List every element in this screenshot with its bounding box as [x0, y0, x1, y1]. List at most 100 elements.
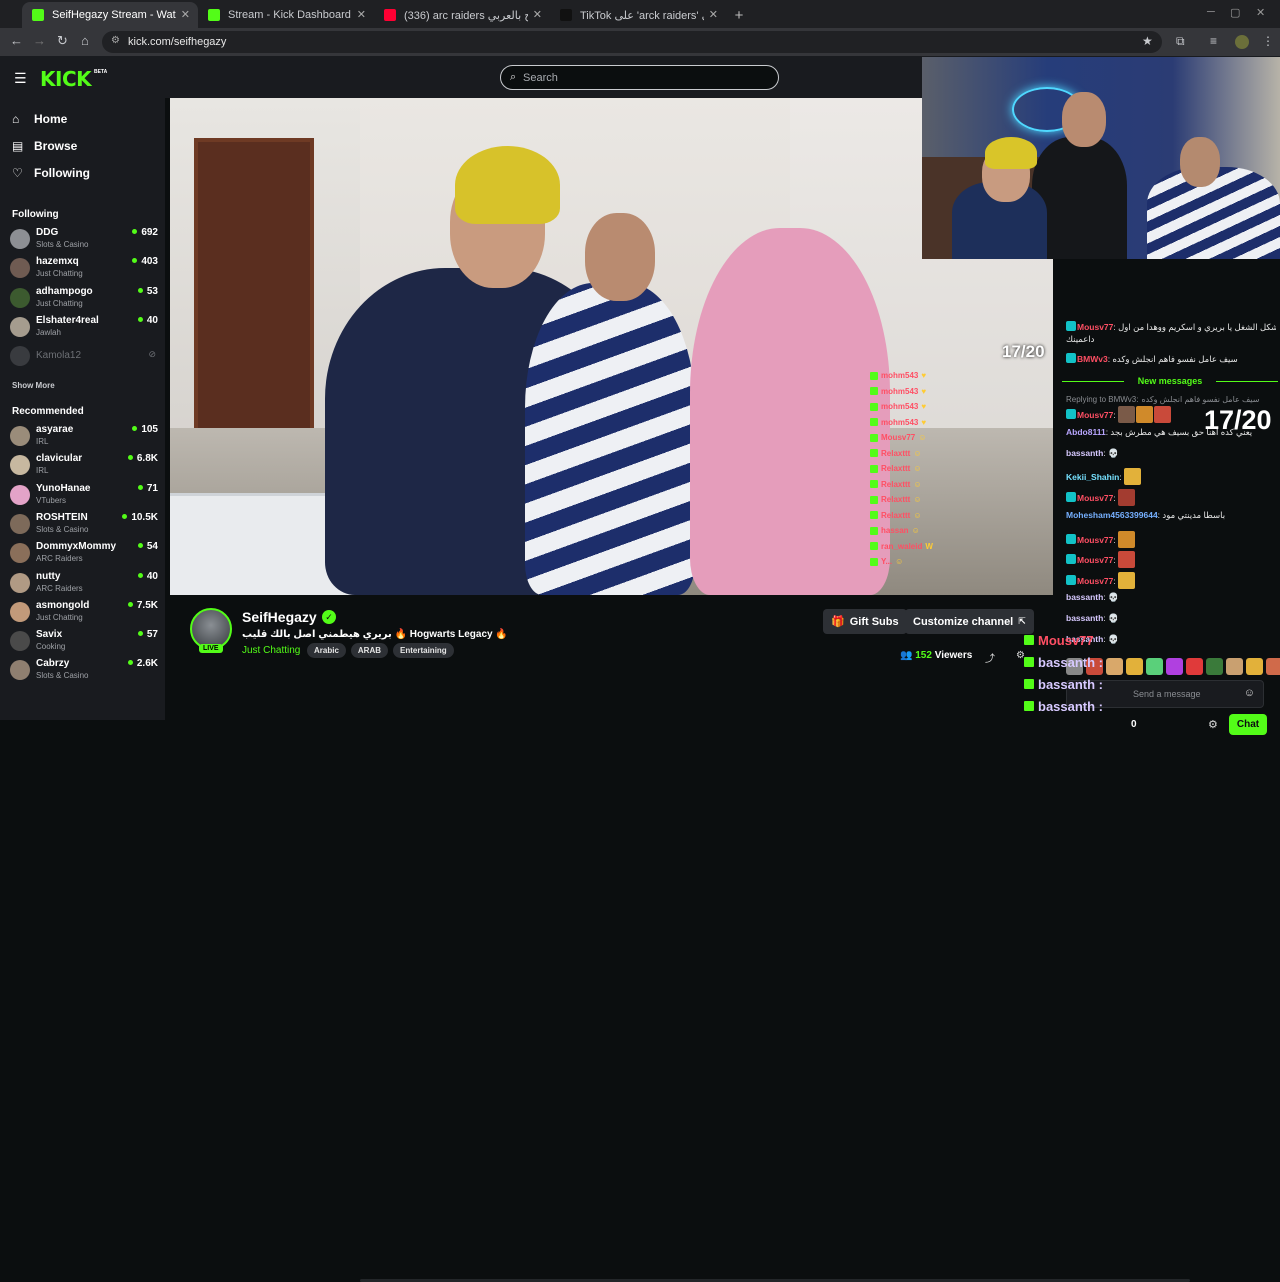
emote-bar-icon[interactable]	[1166, 658, 1183, 675]
chat-username[interactable]: Mohesham4563399644	[1066, 510, 1158, 520]
sidebar-channel[interactable]: clavicular IRL 6.8K	[10, 452, 160, 480]
stream-tag[interactable]: Entertaining	[393, 643, 454, 658]
home-icon: ⌂	[12, 112, 20, 126]
extensions-icon[interactable]: ⧉	[1176, 34, 1185, 49]
menu-dots-icon[interactable]: ⋮	[1262, 34, 1274, 48]
sidebar-channel[interactable]: nutty ARC Raiders 40	[10, 570, 160, 598]
back-icon[interactable]: ←	[10, 33, 23, 48]
browser-tab[interactable]: Stream - Kick Dashboard ✕	[198, 2, 374, 28]
minimize-icon[interactable]: ─	[1207, 6, 1215, 18]
chat-message[interactable]: Mousv77:	[1066, 489, 1276, 506]
stream-category[interactable]: Just Chatting	[242, 645, 300, 656]
chat-username[interactable]: bassanth	[1066, 592, 1103, 602]
new-tab-button[interactable]: +	[726, 2, 752, 28]
customize-channel-button[interactable]: Customize channel ⇱	[905, 609, 1034, 634]
chat-username[interactable]: bassanth	[1066, 448, 1103, 458]
emote-bar-icon[interactable]	[1266, 658, 1280, 675]
sidebar-channel[interactable]: YunoHanae VTubers 71	[10, 482, 160, 510]
close-window-icon[interactable]: ✕	[1256, 6, 1265, 19]
chat-username[interactable]: Kekii_Shahin	[1066, 472, 1119, 482]
beta-label: BETA	[94, 69, 108, 75]
sidebar-channel[interactable]: DommyxMommy ARC Raiders 54	[10, 540, 160, 568]
browser-tab[interactable]: SeifHegazy Stream - Watch ✕	[22, 2, 198, 28]
sidebar-channel[interactable]: adhampogo Just Chatting 53	[10, 285, 160, 313]
chat-username[interactable]: Mousv77	[1077, 322, 1113, 332]
video-player[interactable]: 17/20 mohm543 ♥ mohm543 ♥ mohm543 ♥ mohm543 ♥ Mo…	[170, 98, 1053, 595]
media-icon[interactable]: ≡	[1210, 34, 1217, 48]
sidebar-channel[interactable]: ROSHTEIN Slots & Casino 10.5K	[10, 511, 160, 539]
sidebar-channel[interactable]: asmongold Just Chatting 7.5K	[10, 599, 160, 627]
chat-message[interactable]: bassanth: 💀	[1066, 613, 1276, 624]
chat-message[interactable]: bassanth: 💀	[1066, 592, 1276, 603]
kick-badge-icon	[1024, 679, 1034, 689]
nav-following[interactable]: ♡ Following	[12, 166, 90, 180]
chat-username[interactable]: Abdo8111	[1066, 427, 1106, 437]
maximize-icon[interactable]: ▢	[1230, 6, 1240, 19]
chat-username[interactable]: Mousv77	[1077, 493, 1113, 503]
chat-message[interactable]: داعمينك	[1066, 334, 1276, 345]
chat-message[interactable]: bassanth: 💀	[1066, 448, 1276, 459]
video-person-striped	[525, 283, 695, 595]
emoji-picker-icon[interactable]: ☺	[1244, 687, 1255, 699]
kick-logo[interactable]: KICK	[40, 67, 92, 91]
bookmark-star-icon[interactable]: ★	[1142, 34, 1153, 48]
overlay-chat-user: Relaxttt	[881, 495, 911, 505]
emote-bar-icon[interactable]	[1126, 658, 1143, 675]
channel-viewers: 6.8K	[128, 453, 158, 464]
channel-points-value: 0	[1131, 719, 1137, 730]
chat-username[interactable]: Mousv77	[1077, 555, 1113, 565]
forward-icon[interactable]: →	[33, 33, 46, 48]
sidebar-channel[interactable]: Elshater4real Jawlah 40	[10, 314, 160, 342]
profile-avatar[interactable]	[1235, 35, 1249, 49]
new-messages-divider[interactable]: New messages	[1060, 376, 1280, 386]
sidebar-channel[interactable]: Kamola12 ⊘	[10, 343, 160, 371]
streamer-name[interactable]: SeifHegazy	[242, 609, 317, 625]
sidebar-channel[interactable]: Cabrzy Slots & Casino 2.6K	[10, 657, 160, 685]
search-input[interactable]: ⌕ Search	[500, 65, 779, 90]
browser-tab[interactable]: TikTok على 'arck raiders' اعثر على ✕	[550, 2, 726, 28]
chat-message[interactable]: Mousv77: شكل الشغل يا بريري و اسكريم ووه…	[1066, 321, 1276, 333]
nav-home[interactable]: ⌂ Home	[12, 112, 67, 126]
reload-icon[interactable]: ↻	[57, 33, 68, 49]
chat-username[interactable]: Mousv77	[1077, 576, 1113, 586]
chat-username[interactable]: Mousv77	[1077, 410, 1113, 420]
sidebar-channel[interactable]: hazemxq Just Chatting 403	[10, 255, 160, 283]
tab-close-icon[interactable]: ✕	[533, 8, 542, 21]
recommended-heading: Recommended	[12, 406, 84, 417]
emote-bar-icon[interactable]	[1186, 658, 1203, 675]
chat-username[interactable]: bassanth	[1066, 613, 1103, 623]
chat-message[interactable]: Mousv77:	[1066, 572, 1276, 589]
chat-message[interactable]: Mousv77:	[1066, 551, 1276, 568]
chat-message[interactable]: Kekii_Shahin:	[1066, 468, 1276, 485]
emote-bar-icon[interactable]	[1206, 658, 1223, 675]
chat-message[interactable]: Mohesham4563399644: باسطا مدينتي مود	[1066, 510, 1276, 521]
share-icon[interactable]: ⤴	[985, 650, 995, 665]
stream-tag[interactable]: Arabic	[307, 643, 346, 658]
home-browser-icon[interactable]: ⌂	[81, 33, 89, 48]
emote-bar-icon[interactable]	[1246, 658, 1263, 675]
show-more-link[interactable]: Show More	[12, 381, 55, 390]
hamburger-menu-icon[interactable]: ☰	[14, 70, 27, 87]
chat-username[interactable]: BMWv3	[1077, 354, 1108, 364]
tab-close-icon[interactable]: ✕	[357, 8, 366, 21]
sidebar-channel[interactable]: DDG Slots & Casino 692	[10, 226, 160, 254]
chat-message[interactable]: Mousv77:	[1066, 531, 1276, 548]
chat-message[interactable]: BMWv3: سيف عامل نفسو فاهم انجلش وكده	[1066, 353, 1276, 365]
sidebar-channel[interactable]: asyarae IRL 105	[10, 423, 160, 451]
nav-browse[interactable]: ▤ Browse	[12, 139, 77, 153]
url-field[interactable]: ⚙ kick.com/seifhegazy	[102, 31, 1162, 53]
emote-bar-icon[interactable]	[1106, 658, 1123, 675]
subscriber-badge-icon	[1066, 321, 1076, 331]
tab-close-icon[interactable]: ✕	[709, 8, 718, 21]
chat-username[interactable]: Mousv77	[1077, 535, 1113, 545]
tab-close-icon[interactable]: ✕	[181, 8, 190, 21]
chat-send-button[interactable]: Chat	[1229, 714, 1267, 735]
browser-tab[interactable]: (336) arc raiders شرح بالعربي - Y ✕	[374, 2, 550, 28]
emote-bar-icon[interactable]	[1226, 658, 1243, 675]
stream-tag[interactable]: ARAB	[350, 643, 389, 658]
emote-bar-icon[interactable]	[1146, 658, 1163, 675]
sidebar-channel[interactable]: Savix Cooking 57	[10, 628, 160, 656]
chat-message[interactable]: bassanth: 💀	[1066, 634, 1276, 645]
site-info-icon[interactable]: ⚙	[111, 35, 120, 46]
gift-subs-button[interactable]: 🎁 Gift Subs	[823, 609, 907, 634]
